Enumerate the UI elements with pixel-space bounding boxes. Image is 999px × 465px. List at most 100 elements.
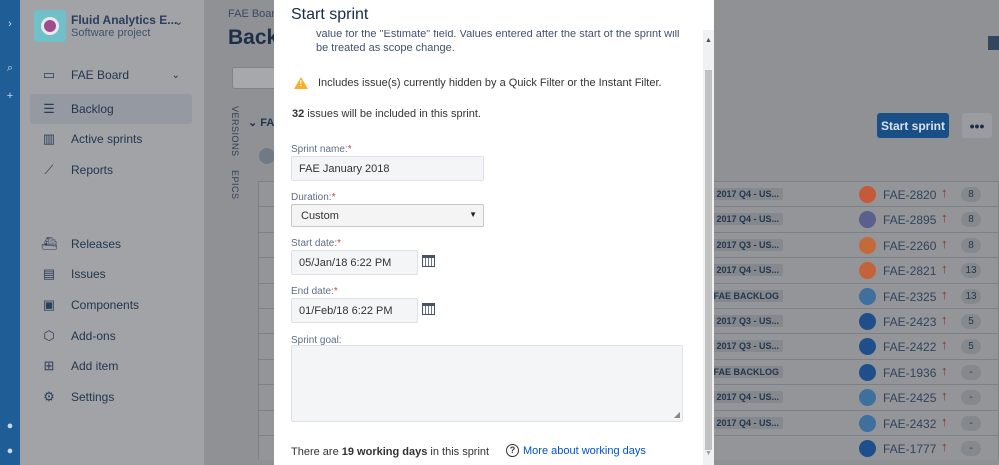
priority-high-icon: ↑ <box>941 286 948 302</box>
scroll-thumb[interactable] <box>705 70 712 450</box>
issue-key[interactable]: FAE-2895 <box>883 213 936 227</box>
story-points-badge: - <box>961 364 981 380</box>
board-icon: ▭ <box>42 67 56 82</box>
components-icon: ▣ <box>42 297 56 312</box>
issue-key[interactable]: FAE-2325 <box>883 290 936 304</box>
warning-icon: ! <box>294 77 308 89</box>
sidebar-item-addons[interactable]: ⬡ Add-ons <box>30 321 192 351</box>
sidebar-item-active-sprints[interactable]: ▥ Active sprints <box>30 124 192 154</box>
issue-key[interactable]: FAE-2423 <box>883 315 936 329</box>
chevron-down-icon[interactable]: ⌄ <box>172 70 180 81</box>
sidebar-item-board[interactable]: ▭ FAE Board ⌄ <box>30 60 192 90</box>
start-date-label: Start date:* <box>291 238 342 249</box>
project-type: Software project <box>71 27 151 39</box>
story-points-badge: 8 <box>961 212 981 228</box>
assignee-avatar <box>859 439 876 457</box>
assignee-avatar <box>859 262 876 280</box>
sidebar-item-releases[interactable]: ⛴ Releases <box>30 229 192 259</box>
versions-tab[interactable]: VERSIONS <box>230 106 240 157</box>
panel-icon[interactable] <box>988 36 999 50</box>
estimate-info-text: value for the "Estimate" field. Values e… <box>316 30 680 54</box>
jira-home-icon[interactable]: › <box>3 18 17 32</box>
add-item-icon: ⊞ <box>43 358 55 373</box>
story-points-badge: - <box>961 390 981 406</box>
scroll-down-icon[interactable]: ▼ <box>705 450 712 457</box>
sprint-name-field[interactable]: FAE January 2018 <box>291 156 484 181</box>
sidebar-item-reports[interactable]: ⟋ Reports <box>30 155 192 185</box>
sprint-name-label: Sprint name:* <box>291 144 352 155</box>
epic-badge[interactable]: FAE BACKLOG <box>709 289 783 302</box>
help-icon[interactable]: ● <box>3 420 17 434</box>
chevron-down-icon[interactable]: ⌄ <box>174 15 183 28</box>
start-sprint-dialog: Start sprint value for the "Estimate" fi… <box>274 0 714 465</box>
resize-handle-icon[interactable]: ◢ <box>674 410 680 419</box>
issue-key[interactable]: FAE-2821 <box>883 264 936 278</box>
profile-icon[interactable]: ● <box>3 445 17 459</box>
sidebar-item-label: Reports <box>71 163 114 177</box>
assignee-avatar <box>859 287 876 305</box>
gear-icon: ⚙ <box>43 389 55 404</box>
question-icon: ? <box>506 444 519 457</box>
global-nav: › ⌕ + ● ● <box>0 0 20 465</box>
assignee-avatar <box>859 186 876 203</box>
story-points-badge: - <box>961 440 981 456</box>
more-options-button[interactable]: ••• <box>962 113 992 138</box>
issue-key[interactable]: FAE-2820 <box>883 188 936 202</box>
duration-select[interactable]: Custom ▼ <box>291 204 484 227</box>
filter-warning: ! Includes issue(s) currently hidden by … <box>294 77 662 89</box>
sidebar-item-label: FAE Board <box>71 68 130 82</box>
issues-icon: ▤ <box>42 266 56 281</box>
priority-high-icon: ↑ <box>941 235 948 251</box>
create-icon[interactable]: + <box>3 90 17 104</box>
help-link-label[interactable]: More about working days <box>523 445 646 457</box>
scroll-up-icon[interactable]: ▲ <box>705 37 712 44</box>
start-date-field[interactable]: 05/Jan/18 6:22 PM <box>291 250 418 275</box>
sidebar-item-issues[interactable]: ▤ Issues <box>30 259 192 289</box>
sidebar-item-label: Components <box>71 298 140 312</box>
project-sidebar: Fluid Analytics E... Software project ⌄ … <box>20 0 204 465</box>
sprint-goal-textarea[interactable]: ◢ <box>291 345 683 422</box>
search-icon[interactable]: ⌕ <box>3 62 17 76</box>
priority-high-icon: ↑ <box>941 438 948 454</box>
issue-key[interactable]: FAE-1777 <box>883 442 936 456</box>
sidebar-item-settings[interactable]: ⚙ Settings <box>30 382 192 412</box>
start-sprint-button[interactable]: Start sprint <box>877 113 949 138</box>
dialog-header: Start sprint <box>274 0 714 30</box>
epics-tab[interactable]: EPICS <box>230 170 240 200</box>
issue-key[interactable]: FAE-1936 <box>883 366 936 380</box>
issue-key[interactable]: FAE-2260 <box>883 239 936 253</box>
issue-key[interactable]: FAE-2432 <box>883 417 936 431</box>
caret-down-icon: ▼ <box>469 210 477 219</box>
sidebar-item-label: Add item <box>71 359 119 373</box>
priority-high-icon: ↑ <box>941 185 948 200</box>
story-points-badge: 13 <box>961 263 981 279</box>
backlog-icon: ☰ <box>43 101 55 116</box>
sidebar-item-label: Active sprints <box>71 132 143 146</box>
avatar <box>259 148 275 164</box>
epic-badge[interactable]: FAE BACKLOG <box>709 365 783 378</box>
sidebar-item-add-item[interactable]: ⊞ Add item <box>30 351 192 381</box>
sidebar-item-label: Settings <box>71 390 115 404</box>
assignee-avatar <box>859 363 876 381</box>
assignee-avatar <box>859 338 876 356</box>
project-name[interactable]: Fluid Analytics E... <box>71 13 177 27</box>
assignee-avatar <box>859 211 876 229</box>
working-days-help-link[interactable]: ? More about working days <box>506 444 646 457</box>
addons-icon: ⬡ <box>43 328 55 343</box>
priority-high-icon: ↑ <box>941 362 948 378</box>
issue-key[interactable]: FAE-2422 <box>883 340 936 354</box>
issue-key[interactable]: FAE-2425 <box>883 391 936 405</box>
sidebar-item-backlog[interactable]: ☰ Backlog <box>30 94 192 124</box>
dialog-body: value for the "Estimate" field. Values e… <box>274 30 703 465</box>
end-date-field[interactable]: 01/Feb/18 6:22 PM <box>291 298 418 323</box>
calendar-icon[interactable] <box>422 303 435 315</box>
sidebar-item-components[interactable]: ▣ Components <box>30 290 192 320</box>
columns-icon: ▥ <box>42 131 56 146</box>
story-points-badge: 8 <box>961 187 981 202</box>
priority-high-icon: ↑ <box>941 311 948 327</box>
story-points-badge: 8 <box>961 237 981 253</box>
story-points-badge: - <box>961 415 981 431</box>
calendar-icon[interactable] <box>422 255 435 267</box>
dialog-scrollbar[interactable]: ▲ ▼ <box>703 30 714 465</box>
project-avatar[interactable] <box>34 10 66 42</box>
